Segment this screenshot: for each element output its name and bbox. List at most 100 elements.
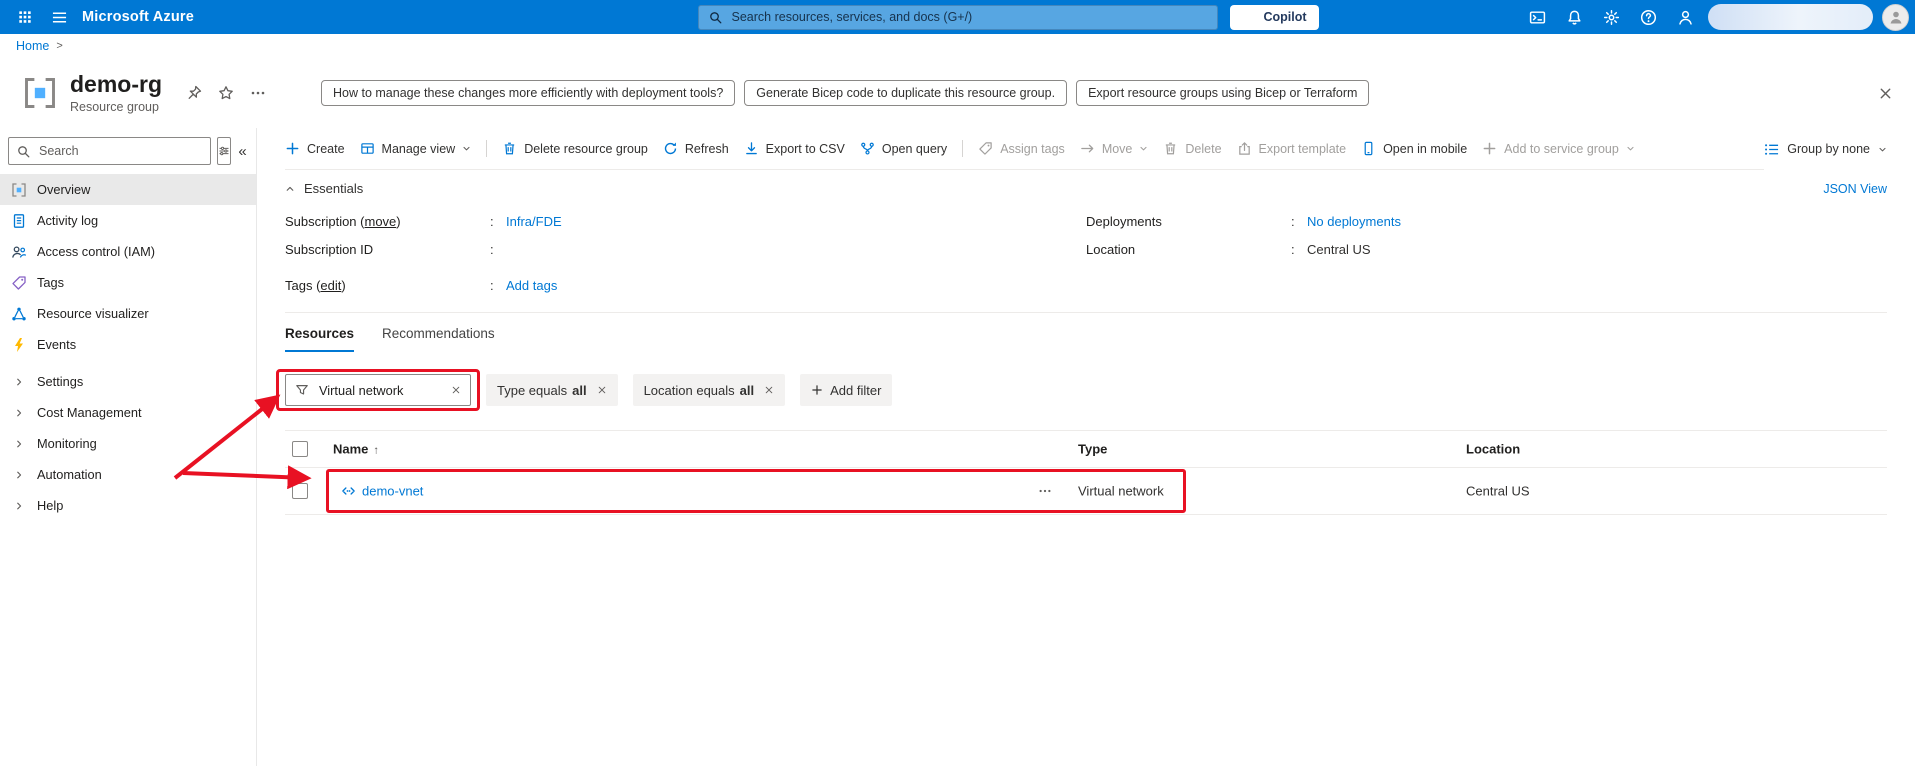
sidebar-item-label: Automation	[37, 467, 102, 482]
add-filter-button[interactable]: Add filter	[800, 374, 893, 406]
chevron-down-icon	[1878, 145, 1887, 154]
field-label: Deployments	[1086, 214, 1162, 229]
essentials-toggle[interactable]: Essentials	[285, 181, 363, 196]
sidebar-search-input[interactable]	[37, 143, 202, 159]
resource-group-icon	[22, 75, 58, 111]
sidebar-item-label: Cost Management	[37, 405, 142, 420]
global-search-box[interactable]	[697, 4, 1218, 30]
filter-search-container	[276, 369, 480, 411]
search-icon	[709, 11, 722, 24]
sidebar-item-events[interactable]: Events	[0, 329, 256, 360]
help-button[interactable]	[1634, 0, 1662, 34]
delete-resource-group-button[interactable]: Delete resource group	[502, 141, 648, 156]
pin-icon[interactable]	[186, 85, 202, 101]
tab-resources[interactable]: Resources	[285, 326, 355, 352]
json-view-link[interactable]: JSON View	[1823, 182, 1887, 196]
waffle-menu-button[interactable]	[8, 0, 42, 34]
collapse-sidebar-button[interactable]: «	[237, 143, 248, 160]
remove-filter-button[interactable]	[764, 385, 774, 395]
move-link[interactable]: move	[364, 214, 396, 229]
copilot-suggestion-chip[interactable]: Generate Bicep code to duplicate this re…	[744, 80, 1068, 106]
sidebar-item-label: Resource visualizer	[37, 306, 149, 321]
sidebar-search-box[interactable]	[8, 137, 211, 165]
delete-button[interactable]: Delete	[1163, 141, 1222, 156]
account-info-redacted[interactable]	[1708, 4, 1873, 30]
command-label: Move	[1101, 141, 1133, 156]
manage-view-button[interactable]: Manage view	[360, 141, 472, 156]
sidebar-item-monitoring[interactable]: Monitoring	[0, 428, 256, 459]
filter-search-input[interactable]	[317, 381, 438, 399]
chevron-down-icon	[1139, 144, 1148, 153]
hamburger-menu-button[interactable]	[42, 0, 76, 34]
top-bar: Microsoft Azure Copilot	[0, 0, 1915, 34]
essentials-field-tags: Tags (edit) : Add tags	[285, 274, 1086, 297]
command-bar-items: Create Manage view Delete resource group	[285, 128, 1715, 169]
row-context-menu-button[interactable]	[1038, 484, 1052, 498]
add-to-service-group-button[interactable]: Add to service group	[1482, 141, 1635, 156]
assign-tags-button[interactable]: Assign tags	[978, 141, 1065, 156]
filter-pill-location[interactable]: Location equals all	[632, 374, 786, 406]
sidebar-item-activity-log[interactable]: Activity log	[0, 205, 256, 236]
add-tags-link[interactable]: Add tags	[506, 278, 557, 293]
column-header-type[interactable]: Type	[1078, 442, 1107, 457]
close-blade-button[interactable]	[1878, 86, 1893, 101]
feedback-button[interactable]	[1671, 0, 1699, 34]
export-template-button[interactable]: Export template	[1237, 141, 1346, 156]
more-actions-icon[interactable]	[250, 85, 266, 101]
column-header-location[interactable]: Location	[1466, 442, 1520, 457]
close-icon	[1878, 86, 1893, 101]
refresh-button[interactable]: Refresh	[663, 141, 729, 156]
column-header-name[interactable]: Name ↑	[333, 442, 379, 457]
export-template-icon	[1237, 141, 1252, 156]
command-label: Refresh	[684, 141, 729, 156]
sidebar-item-cost-management[interactable]: Cost Management	[0, 397, 256, 428]
cloud-shell-button[interactable]	[1523, 0, 1551, 34]
sidebar-item-automation[interactable]: Automation	[0, 459, 256, 490]
edit-tags-link[interactable]: edit	[320, 278, 341, 293]
select-all-checkbox[interactable]	[292, 441, 308, 457]
settings-button[interactable]	[1597, 0, 1625, 34]
deployments-link[interactable]: No deployments	[1307, 214, 1401, 229]
tab-recommendations[interactable]: Recommendations	[382, 326, 495, 352]
filter-pill-type[interactable]: Type equals all	[486, 374, 618, 406]
export-csv-button[interactable]: Export to CSV	[744, 141, 845, 156]
sidebar-search-options-button[interactable]	[217, 137, 232, 165]
notifications-button[interactable]	[1560, 0, 1588, 34]
move-button[interactable]: Move	[1080, 141, 1149, 156]
remove-filter-button[interactable]	[597, 385, 607, 395]
global-search-input[interactable]	[729, 9, 1207, 25]
subscription-link[interactable]: Infra/FDE	[506, 214, 562, 229]
sidebar-item-label: Settings	[37, 374, 84, 389]
favorite-star-icon[interactable]	[218, 85, 234, 101]
breadcrumb-home-link[interactable]: Home	[16, 39, 49, 53]
copilot-button[interactable]: Copilot	[1229, 4, 1319, 30]
sidebar-item-settings[interactable]: Settings	[0, 366, 256, 397]
account-avatar[interactable]	[1882, 3, 1909, 31]
sidebar-item-access-control[interactable]: Access control (IAM)	[0, 236, 256, 267]
colon: :	[490, 242, 494, 257]
sidebar-item-label: Help	[37, 498, 64, 513]
create-button[interactable]: Create	[285, 141, 345, 156]
search-icon	[17, 145, 30, 158]
resource-name-link[interactable]: demo-vnet	[362, 484, 423, 499]
copilot-suggestion-chip[interactable]: Export resource groups using Bicep or Te…	[1076, 80, 1370, 106]
colon: :	[1291, 242, 1295, 257]
table-row[interactable]: demo-vnet Virtual network Central US	[285, 468, 1887, 514]
sidebar-item-resource-visualizer[interactable]: Resource visualizer	[0, 298, 256, 329]
sidebar-item-label: Overview	[37, 182, 91, 197]
open-query-button[interactable]: Open query	[860, 141, 947, 156]
gear-icon	[1603, 9, 1620, 26]
command-label: Manage view	[381, 141, 456, 156]
group-by-dropdown[interactable]: Group by none	[1764, 128, 1887, 170]
sidebar-item-tags[interactable]: Tags	[0, 267, 256, 298]
sidebar-item-overview[interactable]: Overview	[0, 174, 256, 205]
copilot-suggestion-chip[interactable]: How to manage these changes more efficie…	[321, 80, 736, 106]
tag-icon	[978, 141, 993, 156]
open-in-mobile-button[interactable]: Open in mobile	[1361, 141, 1467, 156]
clear-filter-button[interactable]	[451, 385, 461, 395]
resources-table: Name ↑ Type Location demo-vnet Virtual ne…	[285, 430, 1887, 515]
cloud-shell-icon	[1529, 9, 1546, 26]
filter-search-box[interactable]	[285, 374, 471, 406]
sidebar-item-help[interactable]: Help	[0, 490, 256, 521]
row-checkbox[interactable]	[292, 483, 308, 499]
